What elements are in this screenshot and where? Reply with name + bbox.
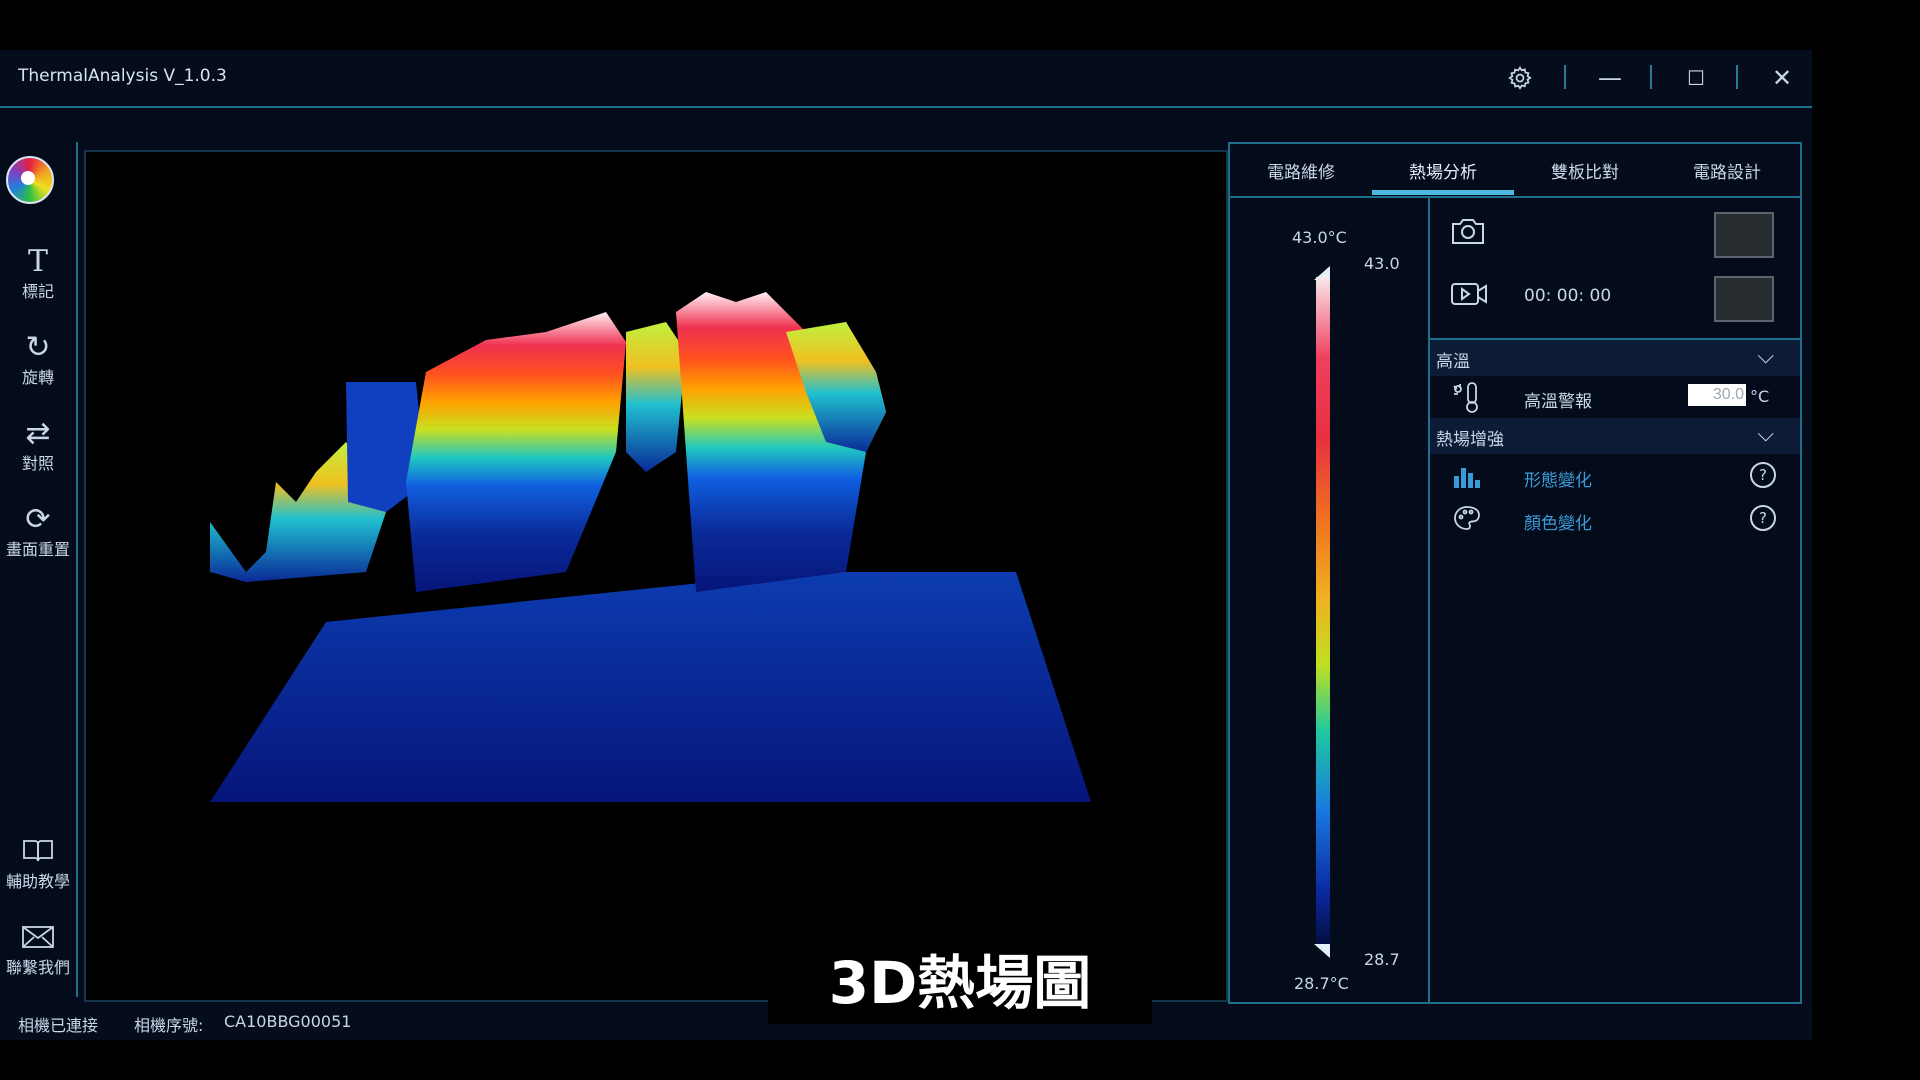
palette-button[interactable] [6, 156, 54, 204]
legend-min-handle[interactable] [1314, 944, 1330, 958]
legend-min-label: 28.7°C [1294, 974, 1349, 993]
legend-min-marker: 28.7 [1364, 950, 1400, 969]
section-title: 熱場增強 [1436, 430, 1504, 450]
help-icon[interactable]: ? [1750, 505, 1776, 531]
section-high-temp-header[interactable]: 高溫 ⌵ [1430, 340, 1800, 376]
legend-max-label: 43.0°C [1292, 228, 1347, 247]
tool-reset[interactable]: ⟳ 畫面重置 [0, 500, 76, 560]
camera-connection-status: 相機已連接 [18, 1016, 99, 1035]
help-icon[interactable]: ? [1750, 462, 1776, 488]
gear-icon [1508, 66, 1532, 90]
base-plane [210, 572, 1091, 802]
tool-contact[interactable]: 聯繫我們 [0, 918, 76, 978]
maximize-button[interactable]: ☐ [1676, 60, 1716, 96]
tool-label: 輔助教學 [5, 872, 70, 891]
reset-icon: ⟳ [25, 501, 51, 537]
swap-icon: ⇄ [25, 415, 51, 451]
close-icon: ✕ [1771, 64, 1793, 92]
legend-max-marker: 43.0 [1364, 254, 1400, 273]
chevron-down-icon[interactable]: ⌵ [1757, 344, 1774, 369]
color-change-option[interactable]: 顏色變化 [1524, 509, 1592, 534]
book-icon [0, 832, 76, 870]
tab-thermal-analysis[interactable]: 熱場分析 [1372, 144, 1514, 196]
video-caption: 3D熱場圖 [828, 949, 1092, 1017]
tool-label: 聯繫我們 [5, 958, 70, 977]
minimize-button[interactable]: — [1590, 60, 1630, 96]
tool-label: 標記 [21, 282, 54, 301]
hot-block-left [406, 312, 626, 592]
mid-ridge [626, 322, 686, 472]
tool-label: 畫面重置 [5, 540, 70, 559]
app-title: ThermalAnalysis V_1.0.3 [18, 66, 227, 86]
tool-compare[interactable]: ⇄ 對照 [0, 414, 76, 474]
camera-icon[interactable] [1450, 216, 1486, 250]
high-temp-alarm-label: 高溫警報 [1524, 392, 1592, 412]
mail-icon [0, 918, 76, 956]
thermal-3d-render [210, 292, 1091, 802]
section-title: 高溫 [1436, 352, 1470, 372]
thermometer-alarm-icon [1450, 380, 1486, 418]
tool-label: 旋轉 [21, 368, 54, 387]
tool-mark[interactable]: T 標記 [0, 242, 76, 302]
tab-dual-board-compare[interactable]: 雙板比對 [1514, 144, 1656, 196]
record-preview-button[interactable] [1714, 276, 1774, 322]
minimize-icon: — [1598, 64, 1622, 92]
bar-chart-icon [1452, 464, 1482, 494]
thermal-3d-viewport[interactable] [84, 150, 1228, 1002]
record-timer: 00: 00: 00 [1524, 286, 1612, 306]
palette-icon [1452, 504, 1482, 536]
title-separator [1736, 65, 1738, 89]
chevron-down-icon[interactable]: ⌵ [1757, 422, 1774, 447]
palette-icon-center [21, 171, 35, 185]
high-temp-alarm-input[interactable] [1688, 384, 1746, 406]
close-button[interactable]: ✕ [1762, 60, 1802, 96]
text-icon: T [27, 243, 48, 279]
tool-tutorial[interactable]: 輔助教學 [0, 832, 76, 892]
video-icon[interactable] [1450, 280, 1488, 312]
serial-label: 相機序號: [134, 1016, 204, 1035]
left-toolbar: T 標記 ↻ 旋轉 ⇄ 對照 ⟳ 畫面重置 輔助教學 聯繫我們 [0, 142, 78, 997]
shape-change-option[interactable]: 形態變化 [1524, 466, 1592, 491]
section-thermal-enhance-header[interactable]: 熱場增強 ⌵ [1430, 418, 1800, 454]
legend-divider [1428, 198, 1430, 1002]
serial-value: CA10BBG00051 [224, 1012, 352, 1031]
tab-circuit-repair[interactable]: 電路維修 [1230, 144, 1372, 196]
settings-button[interactable] [1500, 60, 1540, 96]
app-window: ThermalAnalysis V_1.0.3 — ☐ ✕ T 標記 ↻ 旋轉 … [0, 50, 1812, 1040]
tab-circuit-design[interactable]: 電路設計 [1656, 144, 1798, 196]
tool-label: 對照 [21, 454, 54, 473]
legend-color-bar [1316, 277, 1330, 945]
title-separator [1650, 65, 1652, 89]
active-tab-indicator [1372, 190, 1514, 195]
maximize-icon: ☐ [1687, 66, 1705, 90]
alarm-unit: °C [1750, 387, 1770, 406]
tab-divider [1230, 196, 1800, 198]
right-panel: 電路維修 熱場分析 雙板比對 電路設計 43.0°C 43.0 28.7 28.… [1228, 142, 1802, 1004]
title-bar: ThermalAnalysis V_1.0.3 — ☐ ✕ [0, 50, 1812, 108]
title-separator [1564, 65, 1566, 89]
tool-rotate[interactable]: ↻ 旋轉 [0, 328, 76, 388]
snapshot-preview-button[interactable] [1714, 212, 1774, 258]
rotate-icon: ↻ [25, 329, 51, 365]
